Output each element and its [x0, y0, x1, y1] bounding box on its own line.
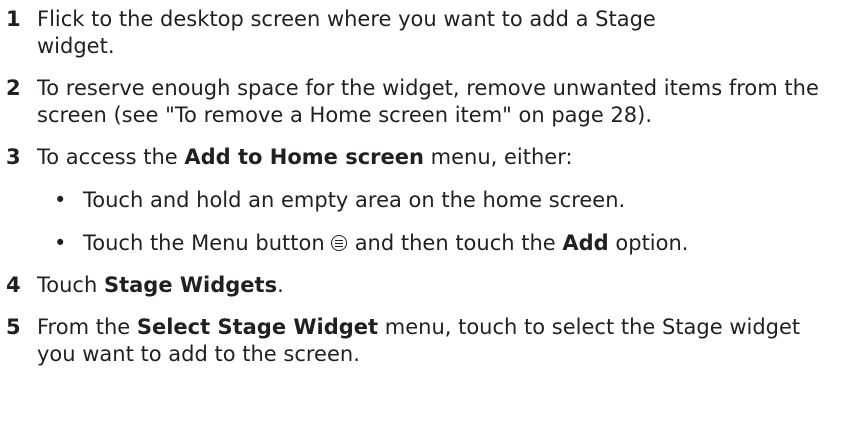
- step-text-pre: From the: [37, 315, 137, 339]
- step-text: Flick to the desktop screen where you wa…: [37, 7, 656, 58]
- step-number: 2: [6, 76, 21, 100]
- option-text-pre: Touch the Menu button: [83, 231, 325, 255]
- step-text: To access the Add to Home screen menu, e…: [37, 144, 836, 171]
- bullet-symbol: •: [54, 231, 67, 255]
- step-number: 4: [6, 273, 21, 297]
- step-5: 5 From the Select Stage Widget menu, tou…: [6, 314, 836, 368]
- step-text-pre: Touch: [37, 273, 104, 297]
- option-item: • Touch the Menu button and then touch th…: [37, 230, 836, 257]
- option-text: Touch the Menu button and then touch the …: [83, 230, 836, 257]
- menu-name: Select Stage Widget: [136, 315, 379, 339]
- option-text: Touch and hold an empty area on the home…: [83, 188, 626, 212]
- option-name: Add: [562, 231, 609, 255]
- step-text-pre: To access the: [37, 145, 185, 169]
- step-text: From the Select Stage Widget menu, touch…: [37, 314, 836, 368]
- step-number: 1: [6, 7, 21, 31]
- menu-icon: [330, 235, 347, 251]
- option-item: • Touch and hold an empty area on the ho…: [37, 187, 836, 214]
- instruction-list: 1 Flick to the desktop screen where you …: [6, 6, 836, 383]
- step-text: To reserve enough space for the widget, …: [37, 76, 819, 127]
- step-text-post: .: [277, 273, 284, 297]
- widget-name: Stage Widgets: [103, 273, 278, 297]
- option-text-mid: and then touch the: [354, 231, 563, 255]
- bullet-symbol: •: [54, 188, 67, 212]
- step-number: 5: [6, 315, 21, 339]
- option-list: • Touch and hold an empty area on the ho…: [37, 187, 836, 257]
- step-text: Touch Stage Widgets.: [37, 272, 836, 299]
- step-number: 3: [6, 145, 21, 169]
- step-1: 1 Flick to the desktop screen where you …: [6, 6, 836, 60]
- option-text-post: option.: [608, 231, 689, 255]
- step-2: 2 To reserve enough space for the widget…: [6, 75, 836, 129]
- step-4: 4 Touch Stage Widgets.: [6, 272, 836, 299]
- step-text-post: menu, either:: [423, 145, 573, 169]
- menu-name: Add to Home screen: [184, 145, 424, 169]
- step-3: 3 To access the Add to Home screen menu,…: [6, 144, 836, 171]
